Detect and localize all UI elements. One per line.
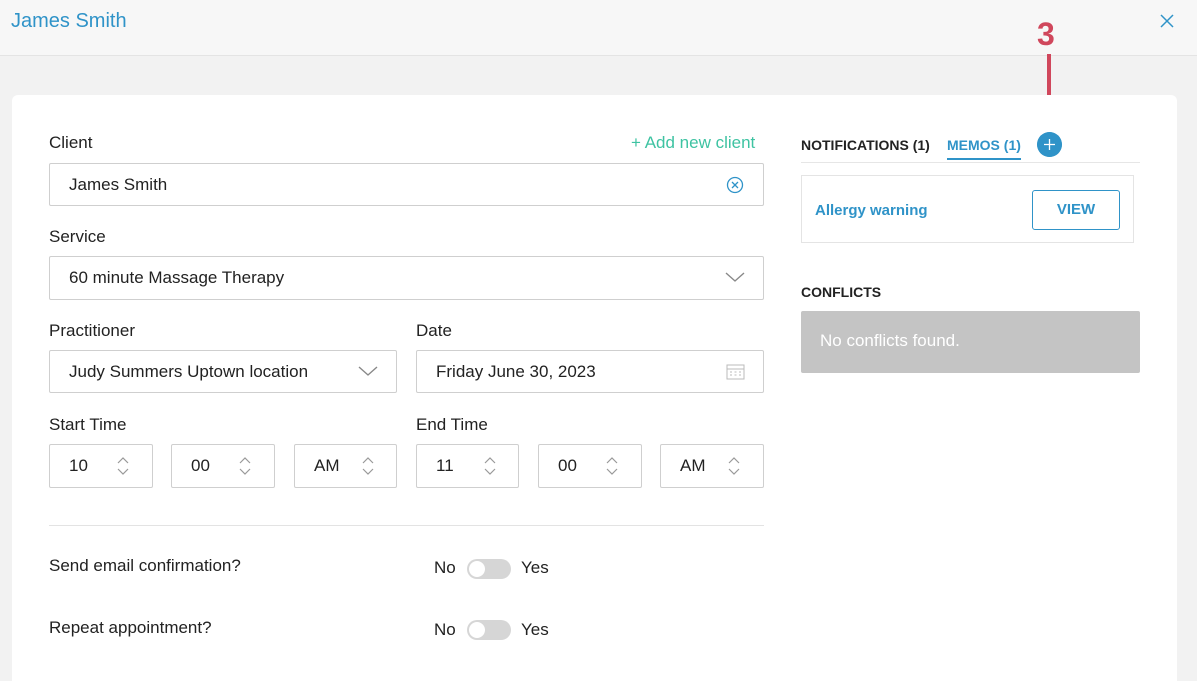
start-minute-stepper[interactable]: 00 [171, 444, 275, 488]
divider [49, 525, 764, 526]
service-label: Service [49, 227, 106, 246]
conflicts-box: No conflicts found. [801, 311, 1140, 373]
annotation-number: 3 [1037, 16, 1055, 52]
end-ampm-stepper[interactable]: AM [660, 444, 764, 488]
client-value: James Smith [69, 175, 168, 194]
tab-memos[interactable]: MEMOS (1) [947, 137, 1021, 160]
updown-icon[interactable] [727, 456, 741, 476]
end-minute-value: 00 [558, 456, 577, 475]
practitioner-label: Practitioner [49, 321, 135, 340]
practitioner-select[interactable]: Judy Summers Uptown location [49, 350, 397, 393]
end-hour-value: 11 [436, 456, 454, 475]
practitioner-value: Judy Summers Uptown location [69, 362, 309, 381]
client-input[interactable]: James Smith [49, 163, 764, 206]
calendar-icon[interactable] [726, 364, 745, 380]
memo-item: Allergy warning VIEW [801, 175, 1134, 243]
email-confirmation-toggle[interactable] [467, 559, 511, 579]
dialog-header: James Smith [0, 0, 1197, 56]
toggle-knob [469, 561, 485, 577]
repeat-no-label: No [434, 620, 456, 639]
email-yes-label: Yes [521, 558, 549, 577]
repeat-appointment-toggle[interactable] [467, 620, 511, 640]
clear-icon[interactable] [726, 176, 744, 194]
start-ampm-stepper[interactable]: AM [294, 444, 397, 488]
date-value: Friday June 30, 2023 [436, 362, 596, 381]
updown-icon[interactable] [361, 456, 375, 476]
conflicts-message: No conflicts found. [820, 331, 960, 350]
service-value: 60 minute Massage Therapy [69, 268, 285, 287]
updown-icon[interactable] [605, 456, 619, 476]
end-minute-stepper[interactable]: 00 [538, 444, 642, 488]
date-label: Date [416, 321, 452, 340]
start-hour-value: 10 [69, 456, 88, 475]
end-time-label: End Time [416, 415, 488, 434]
chevron-down-icon [358, 366, 378, 376]
date-input[interactable]: Friday June 30, 2023 [416, 350, 764, 393]
add-memo-button[interactable] [1037, 132, 1062, 157]
client-label: Client [49, 133, 93, 152]
view-button[interactable]: VIEW [1032, 190, 1120, 230]
email-no-label: No [434, 558, 456, 577]
tab-notifications[interactable]: NOTIFICATIONS (1) [801, 137, 930, 153]
end-hour-stepper[interactable]: 11 [416, 444, 519, 488]
tabs-underline [801, 162, 1140, 163]
start-ampm-value: AM [314, 456, 340, 475]
end-ampm-value: AM [680, 456, 706, 475]
close-icon[interactable] [1157, 11, 1177, 31]
service-select[interactable]: 60 minute Massage Therapy [49, 256, 764, 300]
memo-label: Allergy warning [815, 202, 928, 219]
conflicts-heading: CONFLICTS [801, 284, 882, 300]
email-confirmation-label: Send email confirmation? [49, 556, 241, 575]
updown-icon[interactable] [483, 456, 497, 476]
start-hour-stepper[interactable]: 10 [49, 444, 153, 488]
repeat-yes-label: Yes [521, 620, 549, 639]
updown-icon[interactable] [238, 456, 252, 476]
toggle-knob [469, 622, 485, 638]
updown-icon[interactable] [116, 456, 130, 476]
start-minute-value: 00 [191, 456, 210, 475]
start-time-label: Start Time [49, 415, 127, 434]
repeat-appointment-label: Repeat appointment? [49, 618, 212, 637]
chevron-down-icon [725, 272, 745, 282]
dialog-title: James Smith [11, 10, 127, 32]
add-new-client-link[interactable]: + Add new client [631, 133, 755, 153]
